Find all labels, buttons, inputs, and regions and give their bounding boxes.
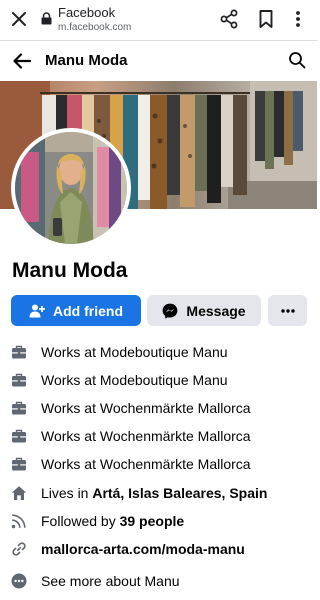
add-friend-icon	[29, 304, 45, 317]
work-place[interactable]: Modeboutique Manu	[100, 372, 228, 388]
link-icon	[12, 542, 26, 556]
followed-prefix: Followed by	[41, 513, 116, 529]
work-detail[interactable]: Works at Modeboutique Manu	[0, 341, 317, 363]
briefcase-icon	[12, 373, 26, 387]
profile-name: Manu Moda	[12, 259, 128, 282]
lives-place[interactable]: Artá, Islas Baleares, Spain	[92, 485, 267, 501]
more-options-button[interactable]	[268, 295, 307, 326]
lock-icon	[41, 12, 52, 25]
messenger-icon	[163, 303, 178, 319]
briefcase-icon	[12, 429, 26, 443]
share-icon[interactable]	[219, 9, 239, 29]
work-detail[interactable]: Works at Wochenmärkte Mallorca	[0, 397, 317, 419]
page-header: Manu Moda	[0, 41, 317, 81]
briefcase-icon	[12, 457, 26, 471]
search-icon[interactable]	[288, 51, 306, 69]
home-icon	[11, 486, 27, 500]
followers-count[interactable]: 39 people	[120, 513, 185, 529]
followers-detail[interactable]: Followed by 39 people	[0, 510, 317, 532]
work-place[interactable]: Wochenmärkte Mallorca	[100, 428, 251, 444]
work-prefix: Works at	[41, 428, 96, 444]
work-prefix: Works at	[41, 372, 96, 388]
work-place[interactable]: Modeboutique Manu	[100, 344, 228, 360]
add-friend-label: Add friend	[53, 302, 123, 319]
close-icon[interactable]	[10, 10, 28, 28]
website-detail[interactable]: mallorca-arta.com/moda-manu	[0, 538, 317, 560]
work-prefix: Works at	[41, 344, 96, 360]
browser-toolbar: Facebook m.facebook.com	[0, 0, 317, 41]
browser-url[interactable]: m.facebook.com	[58, 22, 131, 34]
see-more-label[interactable]: See more about Manu	[41, 572, 180, 590]
work-detail[interactable]: Works at Wochenmärkte Mallorca	[0, 425, 317, 447]
rss-icon	[11, 514, 26, 529]
work-prefix: Works at	[41, 400, 96, 416]
work-detail[interactable]: Works at Modeboutique Manu	[0, 369, 317, 391]
overflow-menu-icon[interactable]	[292, 9, 304, 29]
see-more-detail[interactable]: See more about Manu	[0, 570, 317, 592]
work-detail[interactable]: Works at Wochenmärkte Mallorca	[0, 453, 317, 475]
browser-page-title: Facebook	[58, 5, 116, 20]
briefcase-icon	[12, 401, 26, 415]
website-link[interactable]: mallorca-arta.com/moda-manu	[41, 541, 245, 557]
more-options-icon	[280, 308, 295, 313]
lives-prefix: Lives in	[41, 485, 89, 501]
profile-picture[interactable]	[11, 128, 131, 248]
work-place[interactable]: Wochenmärkte Mallorca	[100, 456, 251, 472]
page-title: Manu Moda	[45, 52, 128, 69]
work-place[interactable]: Wochenmärkte Mallorca	[100, 400, 251, 416]
lives-in-detail[interactable]: Lives in Artá, Islas Baleares, Spain	[0, 482, 317, 504]
more-dots-icon	[11, 573, 27, 589]
add-friend-button[interactable]: Add friend	[11, 295, 141, 326]
briefcase-icon	[12, 345, 26, 359]
message-button[interactable]: Message	[147, 295, 261, 326]
work-prefix: Works at	[41, 456, 96, 472]
bookmark-icon[interactable]	[257, 9, 275, 29]
message-label: Message	[186, 302, 246, 319]
back-arrow-icon[interactable]	[12, 51, 32, 71]
